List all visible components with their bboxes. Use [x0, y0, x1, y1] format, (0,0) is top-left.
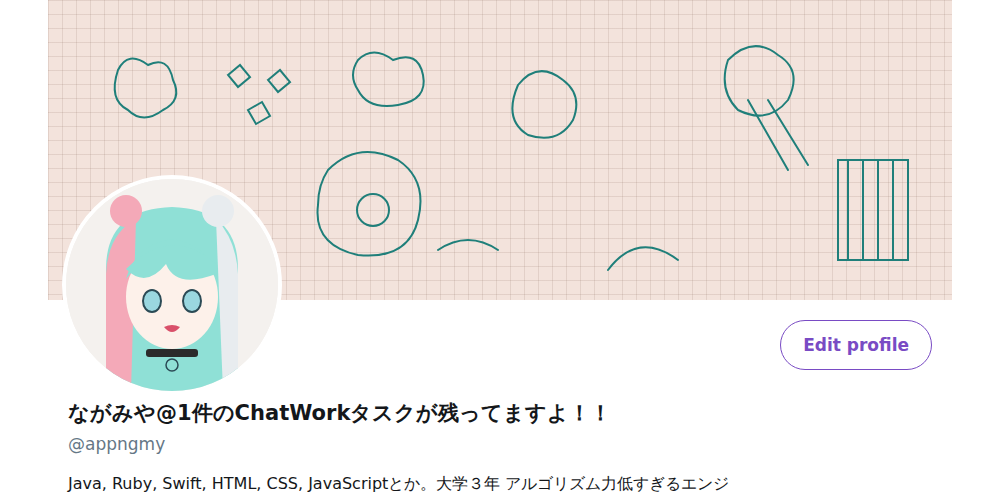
avatar-illustration-icon [66, 179, 278, 391]
edit-profile-button[interactable]: Edit profile [780, 320, 932, 370]
bio: Java, Ruby, Swift, HTML, CSS, JavaScript… [68, 473, 932, 495]
profile-card: Edit profile ながみや@1件のChatWorkタスクが残ってますよ！… [48, 0, 952, 495]
display-name: ながみや@1件のChatWorkタスクが残ってますよ！！ [68, 399, 932, 427]
user-handle: @appngmy [68, 433, 932, 455]
avatar-image[interactable] [62, 175, 282, 395]
